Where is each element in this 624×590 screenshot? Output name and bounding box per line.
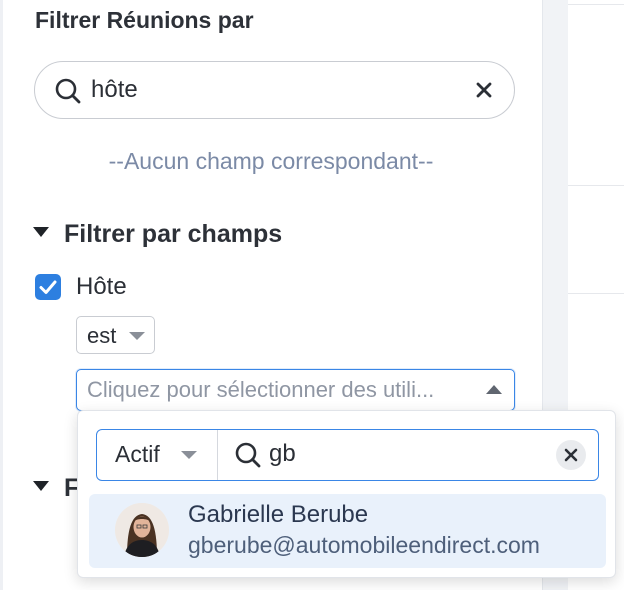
status-filter-value: Actif [115,441,160,467]
list-row-divider [568,293,624,294]
user-picker-dropdown: Actif gb Gabrielle Berube gberube@automo… [77,410,616,578]
chevron-up-icon [486,385,502,394]
close-icon [564,448,578,462]
collapse-triangle-icon[interactable] [33,481,49,492]
clear-user-search-button[interactable] [556,440,586,470]
user-result-item[interactable]: Gabrielle Berube gberube@automobileendir… [89,494,606,568]
section-title-text: Filtrer par champs [64,220,283,248]
avatar [115,503,169,557]
filter-by-fields-header[interactable]: Filtrer par champs [33,220,282,249]
search-icon [55,78,81,104]
panel-left-edge [0,0,3,590]
operator-select[interactable]: est [76,316,155,354]
checkmark-icon [39,280,57,294]
user-search-box[interactable]: Actif gb [96,429,599,481]
status-filter-select[interactable]: Actif [97,430,218,480]
panel-title: Filtrer Réunions par [35,7,254,33]
chevron-down-icon [181,451,197,459]
field-search-input[interactable]: hôte [34,61,515,119]
collapse-triangle-icon[interactable] [33,227,49,238]
search-input-value[interactable]: hôte [91,76,138,104]
list-row-divider [568,185,624,186]
clear-search-icon[interactable] [473,79,495,101]
user-select-placeholder: Cliquez pour sélectionner des utili... [87,377,435,402]
host-field-label[interactable]: Hôte [76,273,127,301]
collapsed-section-header[interactable]: F [33,474,79,503]
user-search-input[interactable]: gb [269,440,296,468]
user-email: gberube@automobileendirect.com [188,532,540,558]
operator-value: est [87,323,117,348]
user-name: Gabrielle Berube [188,501,369,528]
chevron-down-icon [129,332,145,340]
host-checkbox[interactable] [35,274,61,300]
no-match-message: --Aucun champ correspondant-- [108,148,434,174]
user-select-field[interactable]: Cliquez pour sélectionner des utili... [76,369,515,411]
list-row-divider [568,4,624,5]
search-icon [235,442,261,468]
